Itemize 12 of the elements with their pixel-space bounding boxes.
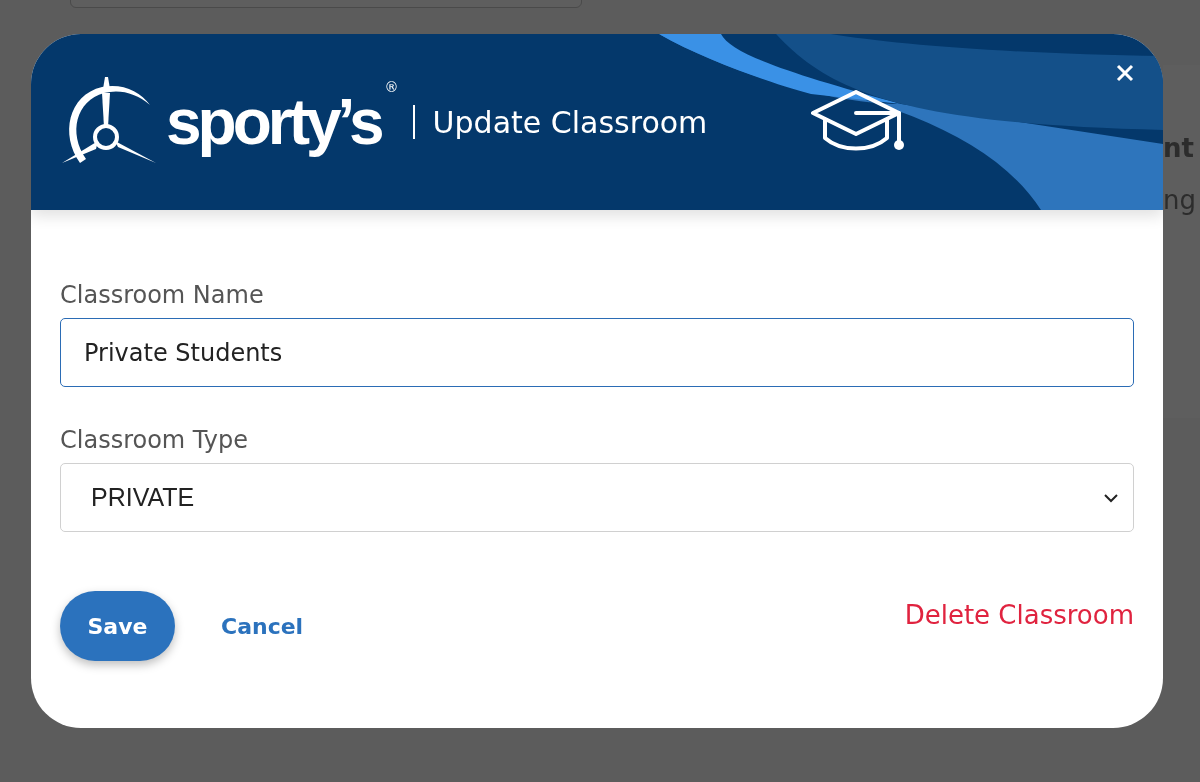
dialog-title: Update Classroom [432,104,708,140]
save-button[interactable]: Save [60,591,175,661]
close-icon[interactable] [1116,64,1134,82]
delete-link[interactable]: Delete Classroom [904,591,1134,639]
cancel-link[interactable]: Cancel [215,591,310,661]
chevron-down-icon [1103,492,1119,503]
text-field[interactable]: Private Students [60,318,1134,387]
field-label: Classroom Type [60,425,249,456]
field-label: Classroom Name [60,280,265,311]
graduation-cap-icon [811,90,905,152]
registered-mark: ® [384,79,399,95]
dropdown-field[interactable]: PRIVATE [60,463,1134,532]
